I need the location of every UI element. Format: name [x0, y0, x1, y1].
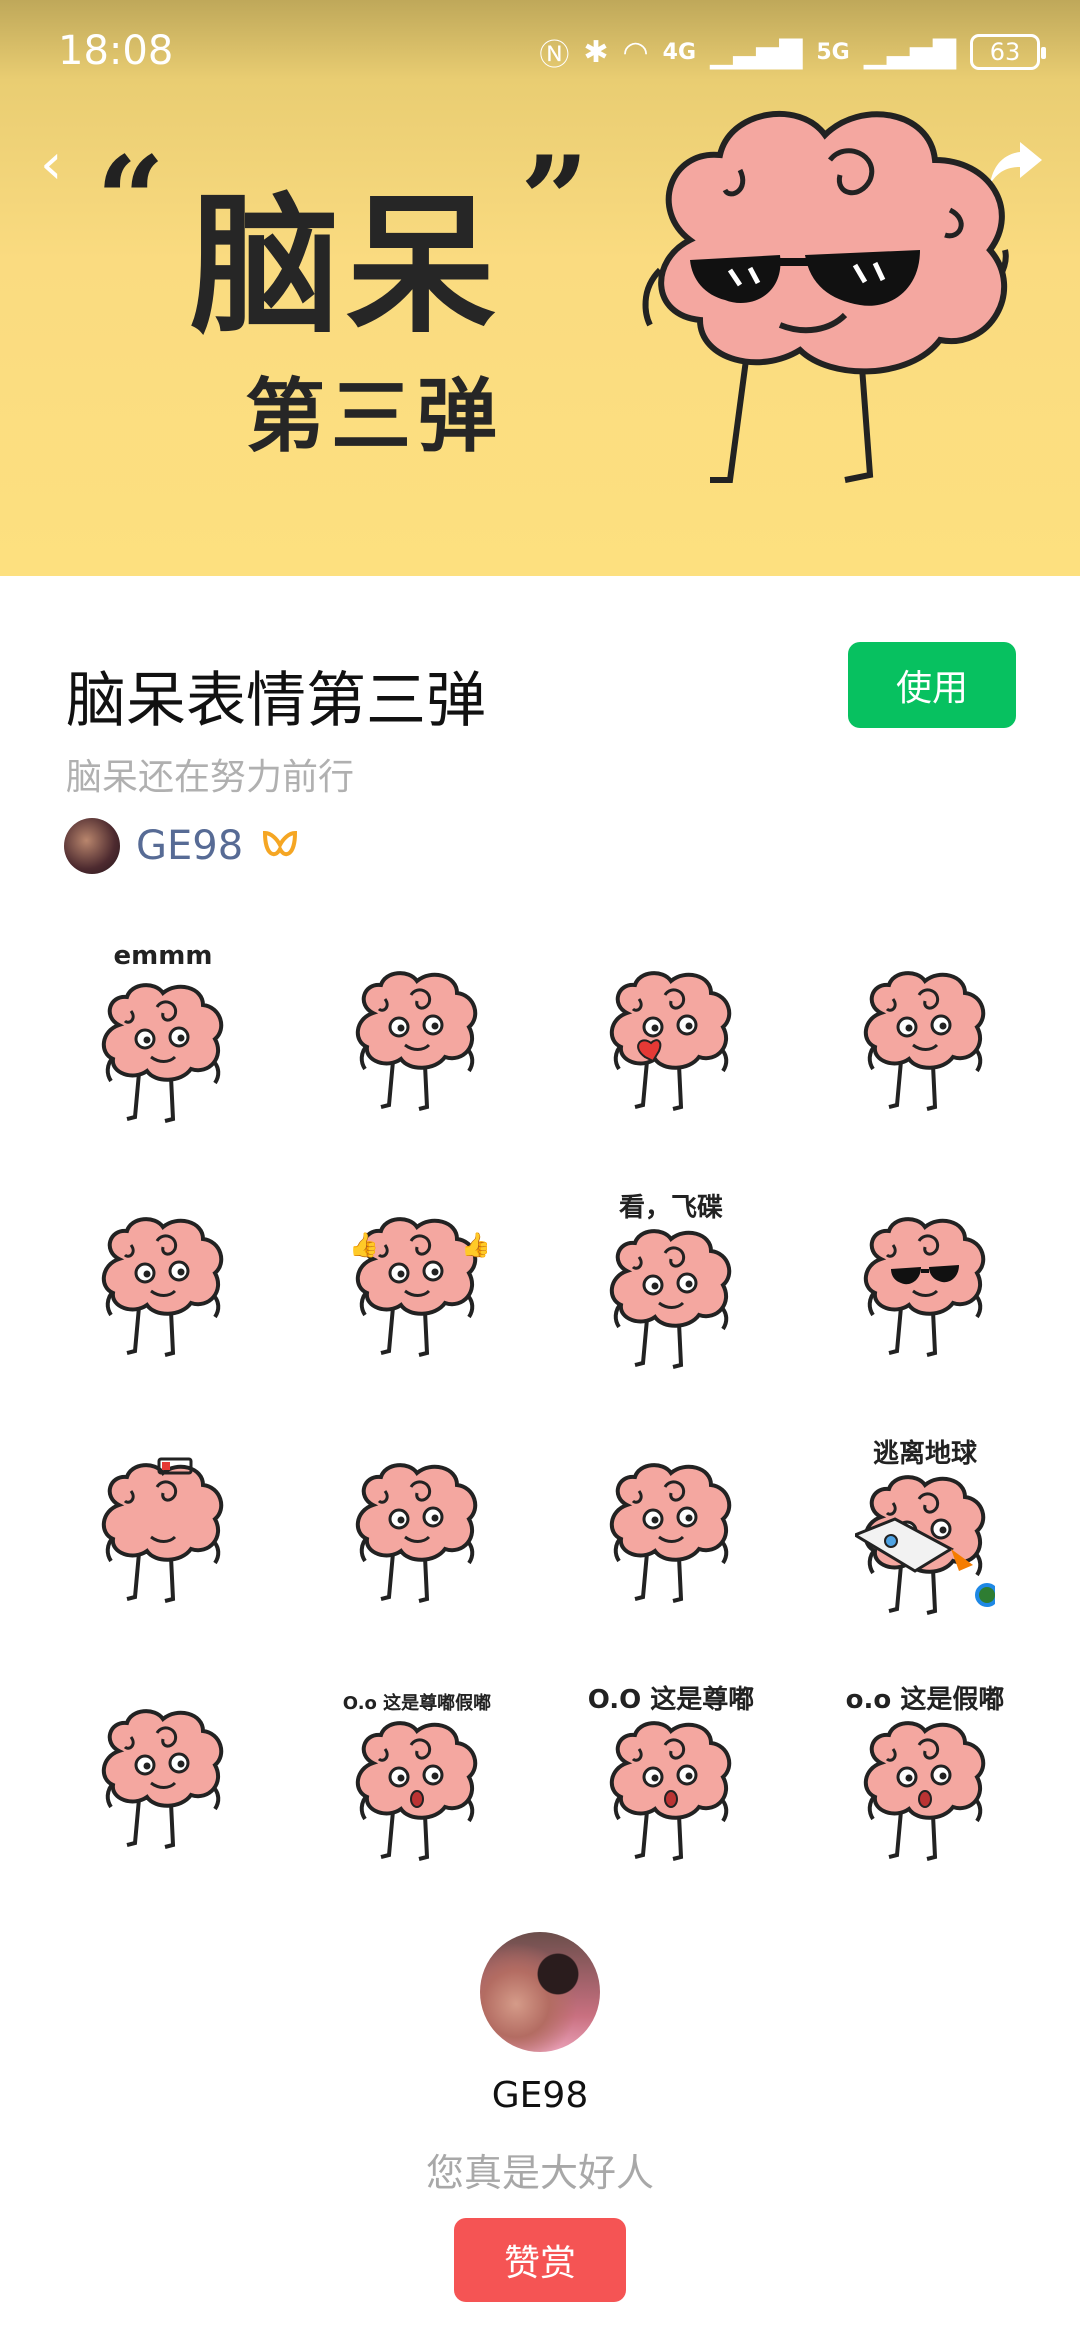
brain-surprised-icon — [356, 1721, 478, 1861]
brain-emmm-icon — [102, 983, 224, 1123]
sticker-banner: 18:08 Ⓝ ✱ ◠ 4G ▁▃▅▇ 5G ▁▃▅▇ 63 ‹ “ 脑呆 ” … — [0, 0, 1080, 576]
sticker-caption: 逃离地球 — [872, 1439, 977, 1469]
brain-rocket-icon — [855, 1475, 995, 1615]
signal-bars-icon: ▁▃▅▇ — [863, 34, 956, 70]
brain-angry-icon — [356, 1463, 478, 1603]
brain-low-battery-icon — [102, 1457, 224, 1603]
status-icons: Ⓝ ✱ ◠ 4G ▁▃▅▇ 5G ▁▃▅▇ 63 — [539, 30, 1046, 74]
pack-title: 脑呆表情第三弹 — [66, 666, 486, 736]
author-row[interactable]: GE98 — [64, 818, 301, 874]
brain-thumbs-up-icon: 👍 👍 — [349, 1217, 487, 1357]
sticker-item[interactable]: o.o 这是假嘟 — [798, 1663, 1052, 1909]
sticker-item[interactable]: emmm — [36, 925, 290, 1171]
sticker-item[interactable] — [798, 925, 1052, 1171]
brain-irritated-icon — [610, 1463, 732, 1603]
sticker-caption: O.O 这是尊嘟 — [587, 1685, 755, 1715]
signal-4g-label: 4G — [662, 39, 697, 65]
author-name[interactable]: GE98 — [136, 823, 243, 869]
brain-sunglasses-mascot — [642, 111, 1009, 483]
sticker-item[interactable]: O.O 这是尊嘟 — [544, 1663, 798, 1909]
banner-title: 脑呆 — [190, 180, 503, 354]
footer-thanks-text: 您真是大好人 — [425, 2151, 654, 2195]
sticker-item[interactable] — [798, 1171, 1052, 1417]
author-avatar[interactable] — [64, 818, 120, 874]
footer-avatar[interactable] — [480, 1932, 600, 2052]
brain-heart-kiss-icon — [610, 971, 732, 1111]
footer-author-name: GE98 — [491, 2075, 589, 2116]
sticker-item[interactable] — [290, 925, 544, 1171]
sticker-item[interactable]: O.o 这是尊嘟假嘟 — [290, 1663, 544, 1909]
sticker-caption: emmm — [113, 941, 213, 971]
sticker-caption: O.o 这是尊嘟假嘟 — [342, 1693, 492, 1714]
sticker-item[interactable] — [290, 1417, 544, 1663]
sticker-item[interactable] — [36, 1171, 290, 1417]
brain-sweat-icon — [102, 1217, 224, 1357]
nfc-icon: Ⓝ — [539, 38, 570, 73]
sticker-item[interactable] — [36, 1417, 290, 1663]
wifi-icon: ◠ — [622, 34, 649, 70]
sticker-caption: 看，飞碟 — [618, 1193, 723, 1223]
pack-description: 脑呆还在努力前行 — [66, 757, 355, 798]
signal-5g-label: 5G — [816, 39, 850, 65]
battery-icon: 63 — [970, 34, 1046, 70]
back-button[interactable]: ‹ — [40, 137, 80, 193]
banner-quote-close: ” — [520, 130, 590, 271]
brain-sleepy-icon — [102, 1709, 224, 1849]
sticker-item[interactable] — [36, 1663, 290, 1909]
brain-surprised-3-icon — [864, 1721, 986, 1861]
brain-pointing-icon — [610, 1229, 732, 1369]
banner-quote-open: “ — [96, 130, 166, 271]
signal-bars-icon: ▁▃▅▇ — [710, 34, 803, 70]
svg-text:👍: 👍 — [349, 1231, 379, 1259]
sticker-item[interactable]: 逃离地球 — [798, 1417, 1052, 1663]
brain-unimpressed-icon — [864, 971, 986, 1111]
reward-button[interactable]: 赞赏 — [454, 2218, 626, 2302]
status-time: 18:08 — [58, 28, 174, 74]
sticker-caption: o.o 这是假嘟 — [845, 1685, 1005, 1715]
verified-badge-icon — [263, 830, 298, 857]
brain-sunglasses-icon — [864, 1217, 986, 1357]
sticker-item[interactable]: 看，飞碟 — [544, 1171, 798, 1417]
sticker-item[interactable] — [544, 1417, 798, 1663]
sticker-item[interactable]: 👍 👍 — [290, 1171, 544, 1417]
sticker-item[interactable] — [544, 925, 798, 1171]
use-button[interactable]: 使用 — [848, 642, 1016, 728]
svg-text:👍: 👍 — [461, 1231, 487, 1259]
status-bar: 18:08 Ⓝ ✱ ◠ 4G ▁▃▅▇ 5G ▁▃▅▇ 63 — [0, 0, 1080, 110]
bluetooth-icon: ✱ — [583, 34, 609, 70]
brain-surprised-2-icon — [610, 1721, 732, 1861]
banner-subtitle: 第三弹 — [245, 370, 503, 463]
brain-shocked-icon — [356, 971, 478, 1111]
sticker-grid: emmm 👍 👍 看，飞碟 逃离地球 O.o 这是尊嘟假嘟 O.O 这是尊嘟 o.o 这是假嘟 — [36, 925, 1052, 1909]
